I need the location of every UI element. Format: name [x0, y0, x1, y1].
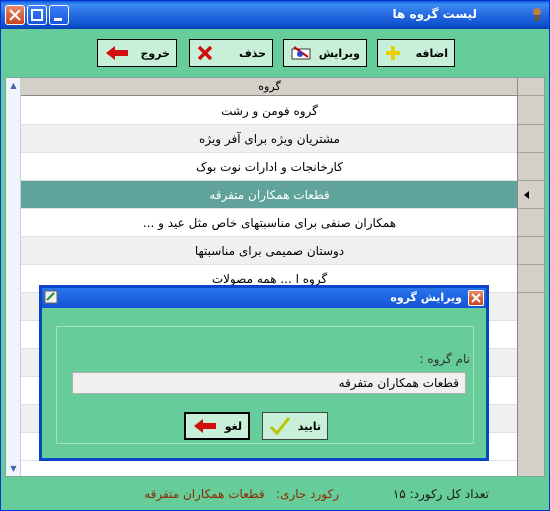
add-button[interactable]: اضافه [377, 39, 455, 67]
row-indicator[interactable] [518, 237, 545, 265]
row-indicator-column [517, 78, 545, 476]
title-bar[interactable]: لیست گروه ها [1, 1, 549, 29]
row-indicator-current[interactable] [518, 181, 545, 209]
exit-arrow-icon [194, 419, 216, 433]
table-row-selected[interactable]: قطعات همکاران متفرقه [21, 181, 518, 209]
close-button[interactable] [5, 5, 25, 25]
row-indicator[interactable] [518, 97, 545, 125]
confirm-button[interactable]: تایید [262, 412, 328, 440]
row-indicator[interactable] [518, 125, 545, 153]
edit-label: ویرایش [318, 46, 360, 60]
table-row[interactable]: همکاران صنفی برای مناسبتهای خاص مثل عید … [21, 209, 518, 237]
dialog-title: ویرایش گروه [390, 291, 462, 304]
group-name-input[interactable]: قطعات همکاران متفرقه [72, 372, 466, 394]
scroll-up-icon[interactable]: ▲ [7, 79, 20, 92]
toolbar: اضافه ویرایش حذف خروج [1, 29, 549, 77]
plus-icon [386, 46, 400, 60]
exit-button[interactable]: خروج [97, 39, 177, 67]
total-records: تعداد کل رکورد: ۱۵ [392, 487, 489, 501]
table-row[interactable]: دوستان صمیمی برای مناسبتها [21, 237, 518, 265]
current-record-value: قطعات همکاران متفرقه [144, 487, 265, 501]
cancel-label: لغو [224, 419, 242, 433]
row-indicator [518, 78, 545, 96]
window-title: لیست گروه ها [392, 7, 478, 21]
maximize-button[interactable] [27, 5, 47, 25]
column-header-group[interactable]: گروه [21, 78, 518, 96]
edit-group-dialog: ویرایش گروه نام گروه : قطعات همکاران متف… [39, 285, 489, 461]
group-name-label: نام گروه : [419, 352, 470, 366]
current-record: رکورد جاری: قطعات همکاران متفرقه [144, 487, 339, 501]
exit-label: خروج [140, 46, 170, 60]
row-indicator[interactable] [518, 153, 545, 181]
close-icon [9, 9, 21, 21]
table-row[interactable]: کارخانجات و ادارات نوت بوک [21, 153, 518, 181]
cancel-button[interactable]: لغو [184, 412, 250, 440]
maximize-icon [31, 9, 43, 21]
vertical-scrollbar[interactable]: ▲ ▼ [6, 78, 21, 476]
exit-arrow-icon [106, 46, 128, 60]
dialog-close-button[interactable] [468, 290, 484, 306]
delete-icon [197, 45, 213, 61]
table-row[interactable]: گروه فومن و رشت [21, 97, 518, 125]
confirm-label: تایید [297, 419, 321, 433]
scroll-down-icon[interactable]: ▼ [7, 462, 20, 475]
delete-button[interactable]: حذف [189, 39, 273, 67]
minimize-icon [54, 18, 62, 21]
dialog-app-icon [44, 290, 58, 304]
edit-button[interactable]: ویرایش [283, 39, 367, 67]
row-indicator[interactable] [518, 265, 545, 293]
close-icon [471, 293, 481, 303]
row-indicator[interactable] [518, 209, 545, 237]
main-window: لیست گروه ها اضافه ویرایش حذف خروج ▲ ▼ گ… [0, 0, 550, 511]
current-row-arrow-icon [524, 191, 529, 199]
app-icon [533, 8, 541, 21]
dialog-title-bar[interactable]: ویرایش گروه [42, 288, 486, 308]
add-label: اضافه [415, 46, 448, 60]
minimize-button[interactable] [49, 5, 69, 25]
table-row[interactable]: مشتریان ویژه برای آفر ویژه [21, 125, 518, 153]
current-record-label: رکورد جاری: [276, 487, 339, 501]
delete-label: حذف [238, 46, 266, 60]
edit-icon [291, 46, 311, 60]
checkmark-icon [269, 417, 291, 436]
status-bar: تعداد کل رکورد: ۱۵ رکورد جاری: قطعات همک… [1, 481, 549, 509]
